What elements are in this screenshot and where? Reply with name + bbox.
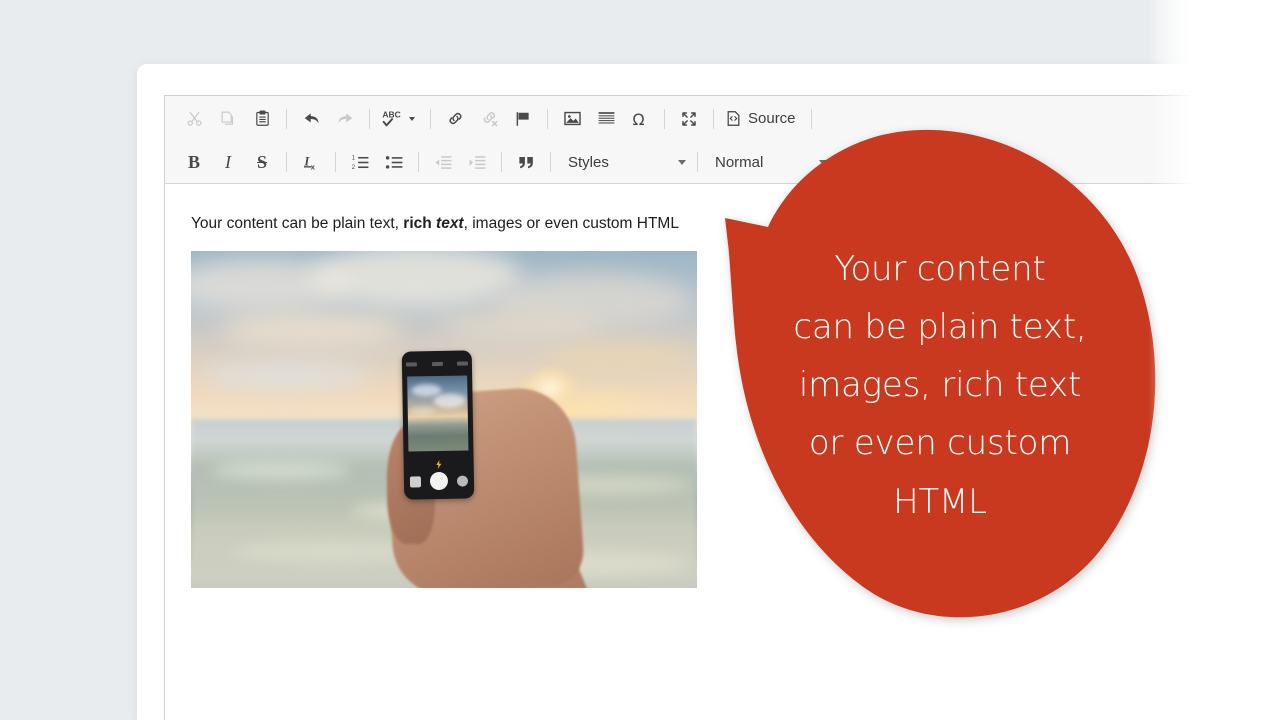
phone-status-bar <box>406 358 468 368</box>
screen-cloud <box>410 406 436 415</box>
spell-check-dropdown-caret[interactable] <box>409 117 415 121</box>
paragraph-text-tail: , images or even custom HTML <box>464 215 679 232</box>
toolbar-separator <box>430 109 431 129</box>
styles-dropdown-label: Styles <box>568 154 609 171</box>
photo-cloud <box>221 313 401 347</box>
toolbar-separator <box>713 109 714 129</box>
photo-cloud <box>441 311 601 341</box>
svg-text:2: 2 <box>351 165 354 171</box>
paste-button[interactable] <box>245 104 279 134</box>
svg-text:1: 1 <box>351 155 354 161</box>
phone-screen <box>407 375 468 451</box>
svg-text:x: x <box>310 162 315 171</box>
svg-text:Ω: Ω <box>633 109 645 128</box>
special-character-button[interactable]: Ω <box>623 104 657 134</box>
source-button-label: Source <box>748 110 796 127</box>
quote-marks-icon <box>517 153 536 172</box>
toolbar-separator <box>286 109 287 129</box>
toolbar-separator <box>547 109 548 129</box>
decrease-indent-button[interactable] <box>426 147 460 177</box>
screen-cloud <box>411 384 441 397</box>
chevron-down-icon <box>678 160 686 165</box>
redo-arrow-icon <box>336 109 355 128</box>
flag-icon <box>514 110 532 128</box>
paragraph-text-plain: Your content can be plain text, <box>191 215 403 232</box>
broken-chain-icon <box>480 109 499 128</box>
toolbar-separator <box>550 152 551 172</box>
horizontal-rule-icon <box>597 109 616 128</box>
top-right-fade <box>1148 0 1280 64</box>
numbered-list-icon: 1 2 <box>351 153 370 172</box>
italic-icon: I <box>225 152 231 173</box>
omega-icon: Ω <box>630 109 650 129</box>
toolbar-separator <box>811 109 812 129</box>
image-icon <box>563 109 582 128</box>
speech-bubble-shape <box>718 128 1160 628</box>
anchor-button[interactable] <box>506 104 540 134</box>
photo-ripple <box>211 461 351 479</box>
maximize-arrows-icon <box>680 110 698 128</box>
photo-smartphone <box>402 350 475 499</box>
phone-camera-swap-icon <box>457 475 468 486</box>
bulleted-list-button[interactable] <box>377 147 411 177</box>
outdent-icon <box>434 153 453 172</box>
phone-flash-icon <box>435 460 443 469</box>
chain-link-icon <box>446 109 465 128</box>
scissors-icon <box>186 110 203 127</box>
bulleted-list-icon <box>385 153 404 172</box>
photo-cloud <box>201 363 371 389</box>
toolbar-separator <box>369 109 370 129</box>
maximize-button[interactable] <box>672 104 706 134</box>
increase-indent-button[interactable] <box>460 147 494 177</box>
remove-format-icon: I x <box>302 153 321 172</box>
redo-button[interactable] <box>328 104 362 134</box>
screenshot-root: ABC <box>0 0 1280 720</box>
unlink-button[interactable] <box>472 104 506 134</box>
paragraph-text-bold-italic: text <box>436 215 464 232</box>
paste-icon <box>254 110 271 127</box>
paragraph-text-bold: rich <box>403 215 431 232</box>
remove-format-button[interactable]: I x <box>294 147 328 177</box>
abc-spellcheck-icon: ABC <box>382 109 403 128</box>
beach-sunset-phone-photo[interactable] <box>191 251 697 588</box>
horizontal-rule-button[interactable] <box>589 104 623 134</box>
copy-icon <box>220 110 237 127</box>
bold-button[interactable]: B <box>177 147 211 177</box>
toolbar-separator <box>664 109 665 129</box>
phone-shutter-button <box>430 472 448 490</box>
link-button[interactable] <box>438 104 472 134</box>
phone-gallery-thumbnail <box>410 476 421 487</box>
strikethrough-button[interactable]: S <box>245 147 279 177</box>
toolbar-separator <box>501 152 502 172</box>
svg-text:ABC: ABC <box>382 110 400 120</box>
undo-button[interactable] <box>294 104 328 134</box>
toolbar-separator <box>335 152 336 172</box>
speech-bubble-callout <box>718 128 1160 628</box>
toolbar-separator <box>286 152 287 172</box>
screen-cloud <box>433 393 465 408</box>
strikethrough-icon: S <box>257 152 267 173</box>
italic-button[interactable]: I <box>211 147 245 177</box>
numbered-list-button[interactable]: 1 2 <box>343 147 377 177</box>
source-code-icon <box>725 110 742 127</box>
undo-arrow-icon <box>302 109 321 128</box>
cut-button[interactable] <box>177 104 211 134</box>
bold-icon: B <box>188 152 200 173</box>
toolbar-separator <box>697 152 698 172</box>
spell-check-button[interactable]: ABC <box>377 104 407 134</box>
styles-dropdown[interactable]: Styles <box>558 148 690 176</box>
toolbar-separator <box>418 152 419 172</box>
copy-button[interactable] <box>211 104 245 134</box>
indent-icon <box>468 153 487 172</box>
insert-image-button[interactable] <box>555 104 589 134</box>
blockquote-button[interactable] <box>509 147 543 177</box>
